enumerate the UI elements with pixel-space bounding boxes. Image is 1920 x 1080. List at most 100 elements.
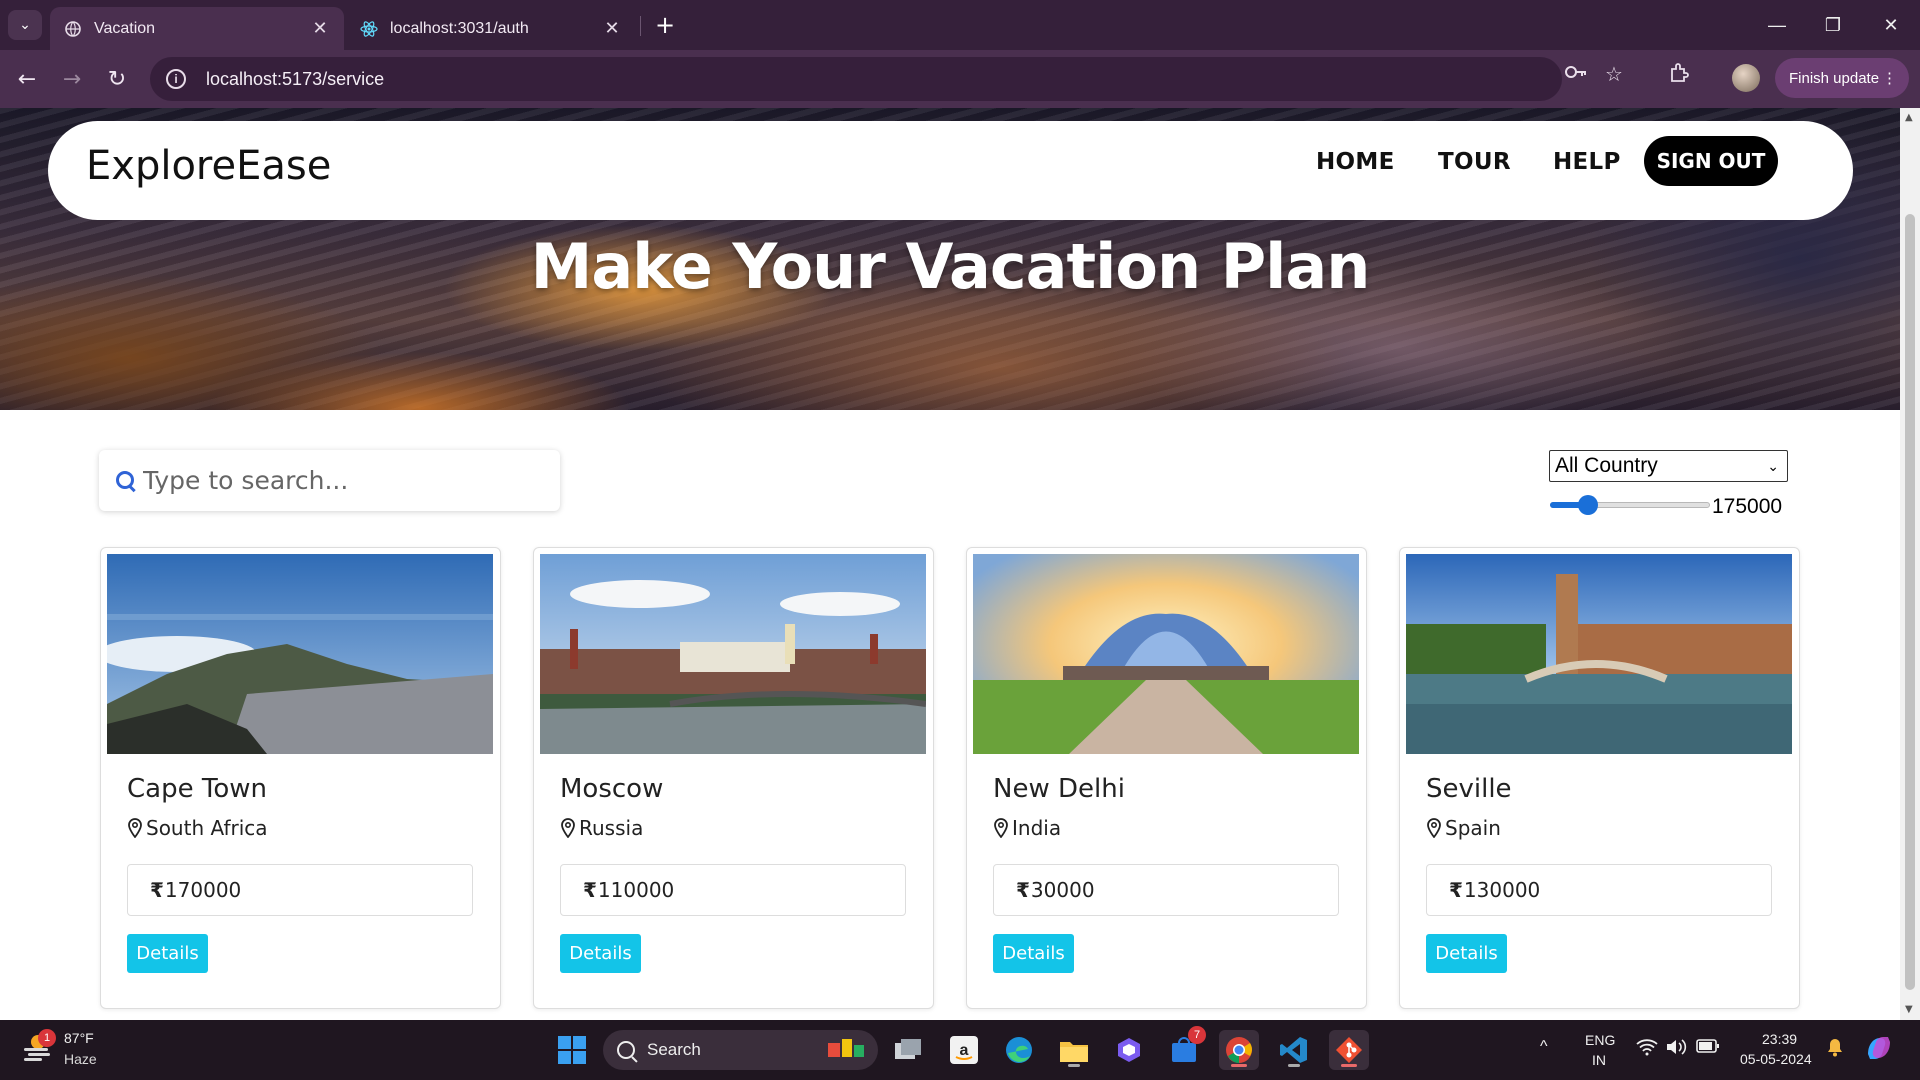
profile-avatar[interactable] (1732, 64, 1760, 92)
tab-auth[interactable]: localhost:3031/auth ✕ (346, 7, 636, 50)
slider-handle[interactable] (1578, 495, 1598, 515)
task-view-icon[interactable] (888, 1030, 928, 1070)
location-pin-icon (994, 818, 1008, 838)
destination-city: New Delhi (993, 774, 1125, 804)
file-explorer-icon[interactable] (1054, 1030, 1094, 1070)
rupee-icon: ₹ (1016, 878, 1030, 902)
browser-toolbar: ← → ↻ i localhost:5173/service ☆ Finish … (0, 50, 1920, 108)
page-viewport: ExploreEase HOME TOUR HELP SIGN OUT Make… (0, 108, 1900, 1020)
hero-title: Make Your Vacation Plan (530, 230, 1371, 303)
windows-start-icon[interactable] (552, 1030, 592, 1070)
back-icon[interactable]: ← (10, 62, 44, 96)
site-navbar: ExploreEase HOME TOUR HELP SIGN OUT (48, 121, 1853, 220)
details-button[interactable]: Details (1426, 934, 1507, 973)
rupee-icon: ₹ (150, 878, 164, 902)
copilot-icon[interactable] (1109, 1030, 1149, 1070)
weather-notification-badge: 1 (38, 1029, 56, 1047)
vscode-icon[interactable] (1274, 1030, 1314, 1070)
wifi-icon[interactable] (1636, 1038, 1658, 1059)
country-label: Spain (1445, 816, 1501, 840)
forward-icon[interactable]: → (55, 62, 89, 96)
show-hidden-icons-chevron-icon[interactable]: ^ (1540, 1038, 1548, 1056)
bookmark-star-icon[interactable]: ☆ (1605, 62, 1623, 86)
clock-date[interactable]: 05-05-2024 (1740, 1051, 1812, 1067)
taskbar-search-label: Search (647, 1040, 701, 1059)
scroll-down-arrow-icon[interactable]: ▼ (1905, 1004, 1913, 1015)
country-select[interactable]: All Country ⌄ (1549, 450, 1788, 482)
nav-help-link[interactable]: HELP (1553, 149, 1621, 175)
chrome-taskbar-icon[interactable] (1219, 1030, 1259, 1070)
more-menu-icon: ⋮ (1882, 70, 1897, 87)
battery-icon[interactable] (1696, 1039, 1720, 1056)
finish-update-label: Finish update (1789, 69, 1880, 87)
details-button[interactable]: Details (993, 934, 1074, 973)
new-delhi-photo (973, 554, 1359, 754)
cape-town-photo (107, 554, 493, 754)
price-value: 170000 (164, 878, 242, 902)
volume-icon[interactable] (1665, 1038, 1687, 1059)
sign-out-button[interactable]: SIGN OUT (1644, 136, 1778, 186)
scrollbar-thumb[interactable] (1905, 214, 1915, 990)
url-text[interactable]: localhost:5173/service (206, 69, 384, 90)
search-icon (115, 470, 137, 492)
reload-icon[interactable]: ↻ (100, 62, 134, 96)
country-label: South Africa (146, 816, 268, 840)
scroll-up-arrow-icon[interactable]: ▲ (1905, 112, 1913, 123)
destination-country: India (993, 816, 1061, 840)
nav-home-link[interactable]: HOME (1316, 149, 1395, 175)
close-window-icon[interactable]: ✕ (1866, 8, 1916, 42)
close-tab-icon[interactable]: ✕ (602, 18, 622, 39)
extensions-icon[interactable] (1668, 62, 1690, 89)
tab-title: Vacation (94, 19, 156, 37)
destination-price: ₹ 110000 (560, 864, 906, 916)
page-scrollbar[interactable]: ▲ ▼ (1900, 108, 1920, 1020)
destination-card-moscow: Moscow Russia ₹ 110000 Details (533, 547, 934, 1009)
weather-condition[interactable]: Haze (64, 1051, 97, 1067)
edge-browser-icon[interactable] (999, 1030, 1039, 1070)
running-indicator (1231, 1064, 1247, 1067)
tab-vacation[interactable]: Vacation ✕ (50, 7, 344, 50)
svg-text:a: a (960, 1042, 969, 1059)
git-app-icon[interactable] (1329, 1030, 1369, 1070)
nav-tour-link[interactable]: TOUR (1438, 149, 1511, 175)
finish-update-button[interactable]: Finish update ⋮ (1775, 58, 1909, 98)
store-notification-badge: 7 (1188, 1026, 1206, 1044)
new-tab-icon[interactable]: + (650, 10, 680, 40)
destination-city: Moscow (560, 774, 664, 804)
destination-country: South Africa (127, 816, 268, 840)
close-tab-icon[interactable]: ✕ (310, 18, 330, 39)
password-key-icon[interactable] (1564, 62, 1588, 87)
site-info-icon[interactable]: i (166, 69, 186, 89)
destination-card-cape-town: Cape Town South Africa ₹ 170000 Details (100, 547, 501, 1009)
microsoft-store-icon[interactable]: 7 (1164, 1026, 1206, 1070)
weather-temperature[interactable]: 87°F (64, 1030, 94, 1046)
minimize-icon[interactable]: — (1752, 8, 1802, 42)
moscow-photo (540, 554, 926, 754)
clock-time[interactable]: 23:39 (1762, 1031, 1797, 1047)
details-button[interactable]: Details (127, 934, 208, 973)
rupee-icon: ₹ (583, 878, 597, 902)
location-pin-icon (561, 818, 575, 838)
tab-search-dropdown-button[interactable]: ⌄ (8, 10, 42, 40)
taskbar-search-box[interactable]: Search (603, 1030, 878, 1070)
copilot-tray-icon[interactable] (1864, 1034, 1894, 1065)
restore-icon[interactable]: ❐ (1808, 8, 1858, 42)
destination-price: ₹ 30000 (993, 864, 1339, 916)
globe-icon (64, 20, 82, 38)
price-range-slider[interactable] (1550, 495, 1710, 515)
amazon-app-icon[interactable]: a (944, 1030, 984, 1070)
running-indicator (1288, 1064, 1300, 1067)
details-button[interactable]: Details (560, 934, 641, 973)
running-indicator (1068, 1064, 1080, 1067)
brand-logo[interactable]: ExploreEase (86, 143, 331, 189)
rupee-icon: ₹ (1449, 878, 1463, 902)
language-indicator-top[interactable]: ENG (1585, 1032, 1615, 1048)
notification-bell-icon[interactable] (1826, 1037, 1844, 1060)
browser-tab-bar: ⌄ Vacation ✕ localhost:3031/auth ✕ + — ❐… (0, 0, 1920, 50)
language-indicator-bottom[interactable]: IN (1592, 1052, 1606, 1068)
price-value: 30000 (1030, 878, 1095, 902)
tab-divider (640, 16, 641, 36)
address-bar[interactable]: i localhost:5173/service (150, 57, 1562, 101)
destination-city: Cape Town (127, 774, 267, 804)
search-input[interactable] (143, 466, 543, 495)
